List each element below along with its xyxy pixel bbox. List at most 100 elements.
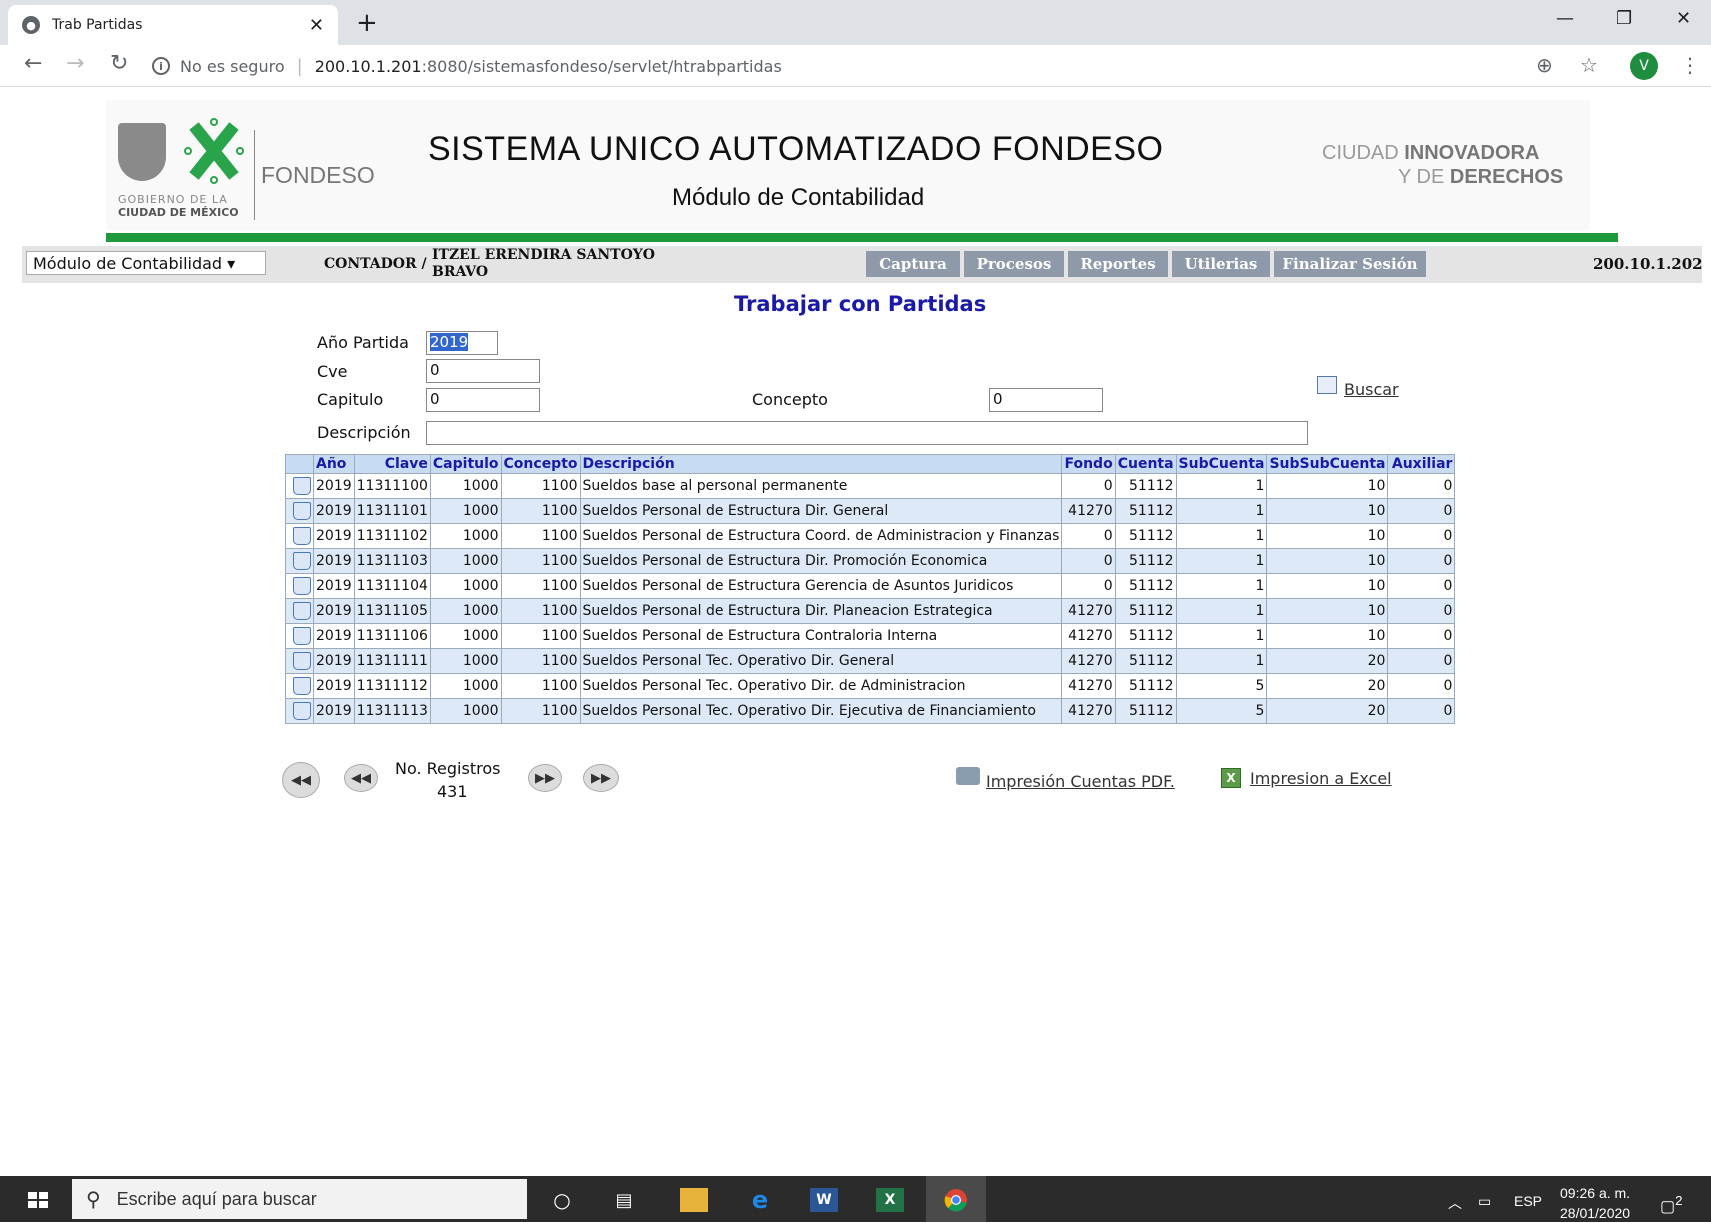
logo-divider (254, 130, 255, 220)
menu-captura[interactable]: Captura (866, 251, 960, 277)
back-icon[interactable]: ← (24, 51, 42, 76)
task-view-icon[interactable]: ▤ (610, 1188, 638, 1212)
taskbar-search[interactable]: ⚲ Escribe aquí para buscar (72, 1179, 527, 1219)
row-icon-cell[interactable] (285, 548, 314, 574)
concepto-input[interactable]: 0 (989, 388, 1103, 412)
table-cell: 51112 (1114, 498, 1177, 524)
row-icon-cell[interactable] (285, 673, 314, 699)
row-icon-cell[interactable] (285, 573, 314, 599)
table-cell: 10 (1266, 573, 1389, 599)
document-icon[interactable] (293, 552, 311, 570)
word-icon[interactable]: W (810, 1188, 838, 1212)
menu-utilerias[interactable]: Utilerias (1172, 251, 1270, 277)
star-icon[interactable]: ☆ (1580, 53, 1598, 77)
language-indicator[interactable]: ESP (1514, 1193, 1542, 1209)
anio-label: Año Partida (317, 333, 409, 352)
forward-icon[interactable]: → (66, 51, 84, 76)
zoom-icon[interactable]: ⊕ (1536, 53, 1553, 77)
table-cell: 1000 (429, 623, 502, 649)
table-row[interactable]: 2019 11311104 1000 1100 Sueldos Personal de … (285, 573, 1456, 599)
table-row[interactable]: 2019 11311105 1000 1100 Sueldos Personal de … (285, 598, 1456, 624)
excel-export-link[interactable]: Impresion a Excel (1250, 769, 1392, 788)
table-cell: 1100 (500, 673, 581, 699)
capitulo-input[interactable]: 0 (426, 388, 540, 412)
info-icon[interactable]: i (152, 57, 170, 75)
pdf-export-link[interactable]: Impresión Cuentas PDF. (986, 772, 1175, 791)
window-close-icon[interactable]: ✕ (1676, 8, 1691, 29)
document-icon[interactable] (293, 702, 311, 720)
table-cell: 0 (1061, 473, 1116, 499)
browser-toolbar: ← → ↻ i No es seguro | 200.10.1.201:8080… (0, 45, 1711, 87)
gobierno-line2: CIUDAD DE MÉXICO (118, 206, 239, 219)
document-icon[interactable] (293, 602, 311, 620)
table-row[interactable]: 2019 11311111 1000 1100 Sueldos Personal Tec… (285, 648, 1456, 674)
table-row[interactable]: 2019 11311101 1000 1100 Sueldos Personal de … (285, 498, 1456, 524)
table-cell: 10 (1266, 623, 1389, 649)
taskbar-clock[interactable]: 09:26 a. m. 28/01/2020 (1560, 1183, 1630, 1223)
excel-taskbar-icon[interactable]: X (876, 1188, 904, 1212)
browser-tab[interactable]: ● Trab Partidas ✕ (8, 5, 338, 45)
table-row[interactable]: 2019 11311113 1000 1100 Sueldos Personal Tec… (285, 698, 1456, 724)
buscar-link[interactable]: Buscar (1344, 380, 1399, 399)
document-icon[interactable] (293, 652, 311, 670)
table-cell: 10 (1266, 548, 1389, 574)
prev-page-button[interactable]: ◀◀ (344, 764, 378, 792)
anio-input[interactable]: 2019 (426, 331, 498, 355)
table-row[interactable]: 2019 11311103 1000 1100 Sueldos Personal de … (285, 548, 1456, 574)
file-explorer-icon[interactable] (680, 1188, 708, 1212)
table-cell: 0 (1387, 673, 1456, 699)
reload-icon[interactable]: ↻ (110, 51, 128, 76)
restore-icon[interactable]: ❐ (1616, 8, 1632, 29)
first-page-button[interactable]: ◀◀ (282, 762, 320, 798)
menu-procesos[interactable]: Procesos (964, 251, 1064, 277)
table-cell: 1000 (429, 548, 502, 574)
menu-reportes[interactable]: Reportes (1068, 251, 1168, 277)
search-icon[interactable] (1317, 376, 1337, 394)
excel-icon[interactable]: X (1221, 768, 1241, 788)
row-icon-cell[interactable] (285, 473, 314, 499)
document-icon[interactable] (293, 502, 311, 520)
address-bar[interactable]: i No es seguro | 200.10.1.201:8080/siste… (152, 51, 1592, 81)
row-icon-cell[interactable] (285, 598, 314, 624)
menu-dots-icon[interactable]: ⋮ (1680, 53, 1700, 77)
table-row[interactable]: 2019 11311106 1000 1100 Sueldos Personal de … (285, 623, 1456, 649)
chrome-icon[interactable] (942, 1188, 970, 1212)
table-cell: 2019 (313, 498, 355, 524)
role-label: CONTADOR / (324, 256, 427, 272)
cortana-icon[interactable]: ○ (548, 1188, 576, 1212)
document-icon[interactable] (293, 477, 311, 495)
cve-input[interactable]: 0 (426, 359, 540, 383)
document-icon[interactable] (293, 577, 311, 595)
descripcion-input[interactable] (426, 421, 1308, 445)
table-row[interactable]: 2019 11311112 1000 1100 Sueldos Personal Tec… (285, 673, 1456, 699)
row-icon-cell[interactable] (285, 698, 314, 724)
notifications-icon[interactable]: ▢2 (1660, 1193, 1683, 1216)
table-cell: Sueldos Personal de Estructura Contralor… (579, 623, 1063, 649)
printer-icon[interactable] (956, 767, 980, 785)
table-cell: 0 (1387, 548, 1456, 574)
row-icon-cell[interactable] (285, 498, 314, 524)
document-icon[interactable] (293, 527, 311, 545)
next-page-button[interactable]: ▶▶ (528, 764, 562, 792)
row-icon-cell[interactable] (285, 623, 314, 649)
network-icon[interactable]: ▭ (1478, 1193, 1491, 1210)
last-page-button[interactable]: ▶▶ (583, 764, 619, 792)
new-tab-icon[interactable]: + (356, 9, 378, 37)
tray-chevron-icon[interactable]: ︿ (1448, 1193, 1462, 1213)
row-icon-cell[interactable] (285, 648, 314, 674)
table-row[interactable]: 2019 11311100 1000 1100 Sueldos base al pers… (285, 473, 1456, 499)
close-icon[interactable]: ✕ (309, 15, 324, 36)
menu-finalizar-sesion[interactable]: Finalizar Sesión (1274, 251, 1426, 277)
table-row[interactable]: 2019 11311102 1000 1100 Sueldos Personal de … (285, 523, 1456, 549)
module-select[interactable]: Módulo de Contabilidad ▾ (26, 251, 266, 275)
table-cell: 1100 (500, 573, 581, 599)
windows-start-icon[interactable] (28, 1192, 48, 1208)
document-icon[interactable] (293, 677, 311, 695)
document-icon[interactable] (293, 627, 311, 645)
row-icon-cell[interactable] (285, 523, 314, 549)
profile-avatar[interactable]: V (1630, 52, 1658, 80)
edge-icon[interactable]: e (746, 1186, 774, 1214)
minimize-icon[interactable]: — (1556, 8, 1574, 29)
table-cell: 10 (1266, 473, 1389, 499)
table-cell: 1100 (500, 523, 581, 549)
